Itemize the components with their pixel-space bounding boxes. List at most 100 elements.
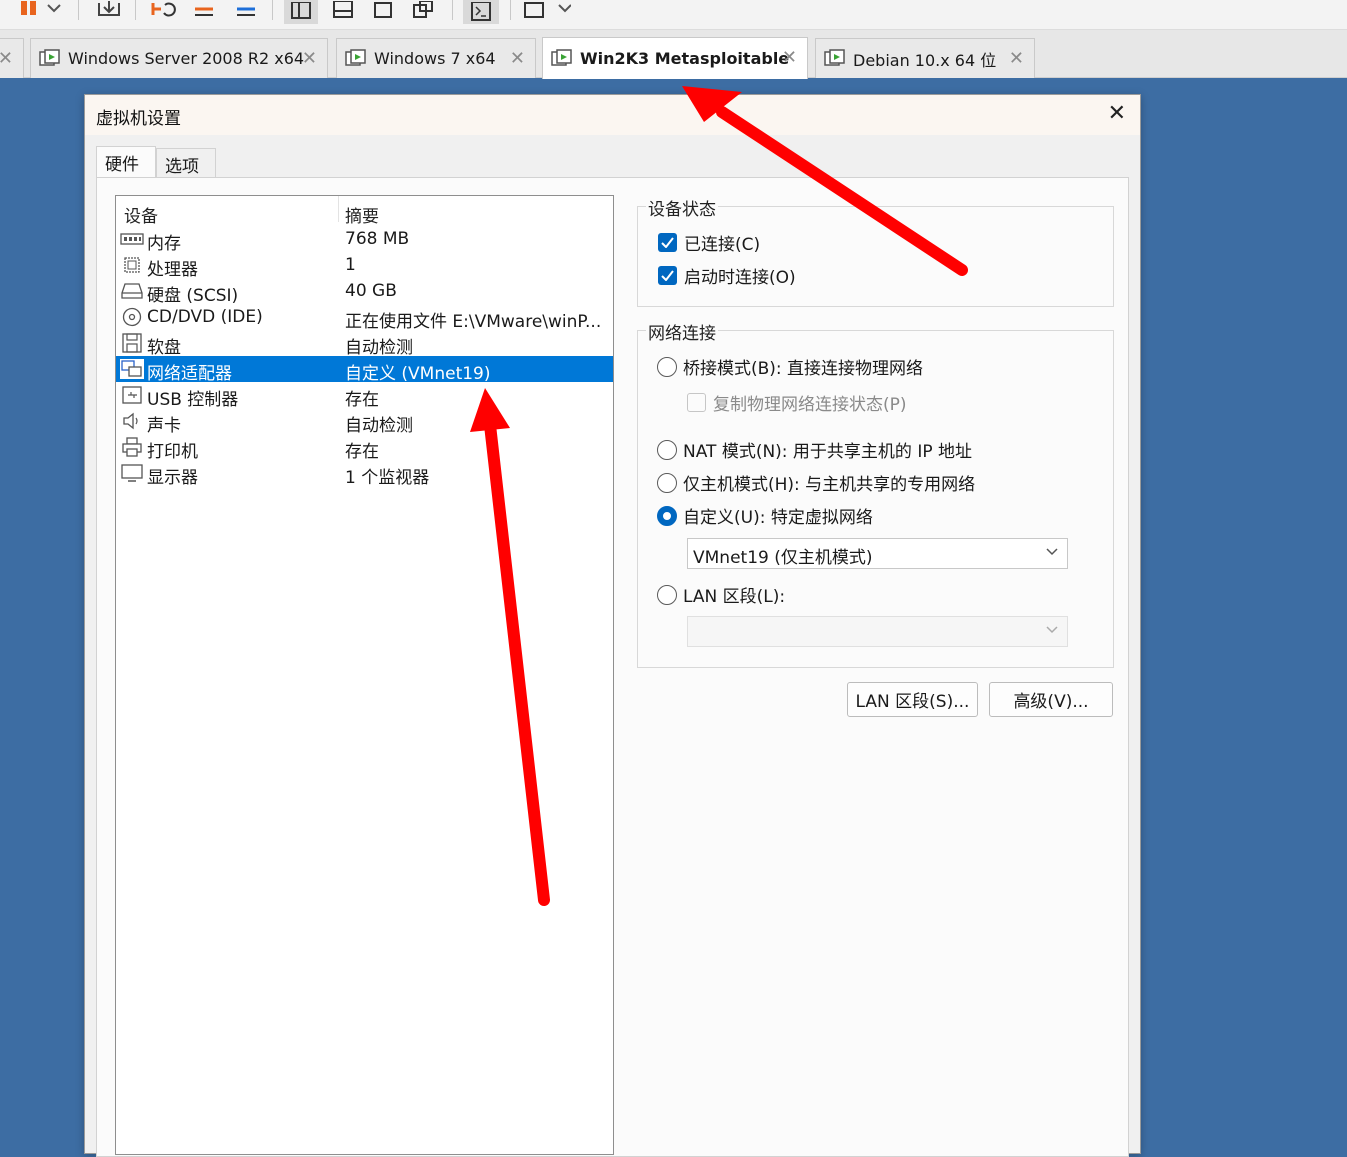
radio-label: 桥接模式(B): 直接连接物理网络 <box>683 359 924 379</box>
thumbnail-bar-button[interactable] <box>328 0 358 22</box>
processor-icon <box>124 257 140 273</box>
revert-icon <box>195 7 213 16</box>
tab-close-icon[interactable]: ✕ <box>510 50 525 68</box>
sidebar-layout-icon <box>291 2 311 19</box>
full-screen-button[interactable] <box>368 0 398 22</box>
vm-toolbar <box>0 0 1347 30</box>
memory-icon <box>120 233 144 245</box>
select-value: VMnet19 (仅主机模式) <box>693 548 873 568</box>
group-title: 设备状态 <box>646 195 718 220</box>
device-row-printer[interactable]: 打印机 存在 <box>116 434 613 462</box>
device-name: 打印机 <box>147 442 198 462</box>
device-row-harddisk[interactable]: 硬盘 (SCSI) 40 GB <box>116 278 613 306</box>
device-list[interactable]: 设备 摘要 内存 768 MB 处理器 1 硬盘 (SCSI) 40 GB CD… <box>115 195 614 1155</box>
vm-icon <box>345 48 366 66</box>
floppy-icon <box>122 333 142 353</box>
device-row-sound-card[interactable]: 声卡 自动检测 <box>116 408 613 436</box>
replicate-state-checkbox[interactable]: 复制物理网络连接状态(P) <box>687 390 907 415</box>
cd-dvd-icon <box>122 307 142 327</box>
device-summary: 40 GB <box>345 281 397 301</box>
tab-hardware[interactable]: 硬件 <box>96 146 156 178</box>
radio-label: LAN 区段(L): <box>683 587 786 607</box>
radio-selected-icon <box>657 505 677 526</box>
download-icon <box>98 1 120 16</box>
device-row-memory[interactable]: 内存 768 MB <box>116 226 613 254</box>
custom-radio[interactable]: 自定义(U): 特定虚拟网络 <box>657 503 873 528</box>
dialog-titlebar[interactable]: 虚拟机设置 ✕ <box>85 95 1140 135</box>
thumbnail-icon <box>333 1 353 18</box>
device-name: 网络适配器 <box>147 364 232 384</box>
device-row-floppy[interactable]: 软盘 自动检测 <box>116 330 613 358</box>
tab-close-icon[interactable]: ✕ <box>302 50 317 68</box>
device-row-processor[interactable]: 处理器 1 <box>116 252 613 280</box>
summary-column-header[interactable]: 摘要 <box>345 202 379 227</box>
group-title: 网络连接 <box>646 319 718 344</box>
device-name: 显示器 <box>147 468 198 488</box>
snapshot-manager-icon <box>237 7 255 16</box>
tab-win2k3-metasploitable[interactable]: Win2K3 Metasploitable ✕ <box>542 37 808 79</box>
tab-label: Windows 7 x64 <box>374 49 496 68</box>
send-ctrl-alt-del-button[interactable] <box>94 0 124 22</box>
full-screen-icon <box>374 2 392 18</box>
tab-debian-10[interactable]: Debian 10.x 64 位 ✕ <box>815 38 1035 78</box>
tab-label: Debian 10.x 64 位 <box>853 50 997 70</box>
device-summary: 正在使用文件 E:\VMware\winP... <box>345 312 602 332</box>
host-only-radio[interactable]: 仅主机模式(H): 与主机共享的专用网络 <box>657 470 975 495</box>
vm-icon <box>39 48 60 66</box>
nat-radio[interactable]: NAT 模式(N): 用于共享主机的 IP 地址 <box>657 437 972 462</box>
device-summary: 自定义 (VMnet19) <box>345 364 491 384</box>
vm-icon <box>551 48 572 66</box>
stretch-button[interactable] <box>520 0 572 22</box>
close-icon[interactable]: ✕ <box>1108 102 1126 126</box>
tab-windows-server-2008[interactable]: Windows Server 2008 R2 x64 ✕ <box>30 38 328 78</box>
lan-segment-select[interactable] <box>687 616 1068 647</box>
connect-at-power-on-checkbox[interactable]: 启动时连接(O) <box>658 263 796 288</box>
tab-hidden[interactable]: ✕ <box>0 38 24 78</box>
checkbox-checked-icon <box>658 233 677 252</box>
bridged-radio[interactable]: 桥接模式(B): 直接连接物理网络 <box>657 354 923 379</box>
device-row-network-adapter[interactable]: 网络适配器 自定义 (VMnet19) <box>116 356 613 384</box>
tab-close-icon[interactable]: ✕ <box>1009 50 1024 68</box>
revert-snapshot-button[interactable] <box>190 0 220 22</box>
console-view-button[interactable] <box>463 0 499 24</box>
advanced-button[interactable]: 高级(V)... <box>989 682 1113 717</box>
tab-close-icon[interactable]: ✕ <box>782 49 797 67</box>
chevron-down-icon <box>1046 548 1058 556</box>
radio-unselected-icon <box>657 584 677 605</box>
custom-network-select[interactable]: VMnet19 (仅主机模式) <box>687 538 1068 569</box>
suspend-button[interactable] <box>18 0 62 22</box>
pause-icon <box>21 1 61 15</box>
device-row-display[interactable]: 显示器 1 个监视器 <box>116 460 613 488</box>
usb-controller-icon <box>122 386 142 404</box>
checkbox-label: 启动时连接(O) <box>684 268 796 288</box>
radio-unselected-icon <box>657 472 677 493</box>
device-column-header[interactable]: 设备 <box>124 202 158 227</box>
column-divider[interactable] <box>338 196 339 222</box>
vm-icon <box>824 48 845 66</box>
lan-segment-radio[interactable]: LAN 区段(L): <box>657 582 785 607</box>
checkbox-label: 已连接(C) <box>684 235 761 255</box>
device-name: 处理器 <box>147 260 198 280</box>
vm-settings-dialog: 虚拟机设置 ✕ 硬件 选项 设备 摘要 内存 768 MB 处理器 1 硬盘 (… <box>84 94 1141 1157</box>
printer-icon <box>122 437 142 457</box>
unity-button[interactable] <box>408 0 438 22</box>
radio-label: NAT 模式(N): 用于共享主机的 IP 地址 <box>683 442 972 462</box>
device-row-cd-dvd[interactable]: CD/DVD (IDE) 正在使用文件 E:\VMware\winP... <box>116 304 613 332</box>
tab-options[interactable]: 选项 <box>156 148 216 178</box>
device-summary: 存在 <box>345 390 379 410</box>
device-summary: 自动检测 <box>345 338 413 358</box>
checkbox-checked-icon <box>658 266 677 285</box>
device-name: USB 控制器 <box>147 390 239 410</box>
connected-checkbox[interactable]: 已连接(C) <box>658 230 760 255</box>
tab-close-icon[interactable]: ✕ <box>0 50 13 68</box>
device-row-usb-controller[interactable]: USB 控制器 存在 <box>116 382 613 410</box>
network-adapter-icon <box>120 359 144 379</box>
device-summary: 768 MB <box>345 229 410 249</box>
snapshot-manager-button[interactable] <box>232 0 262 22</box>
lan-segments-button[interactable]: LAN 区段(S)... <box>847 682 978 717</box>
snapshot-button[interactable] <box>148 0 178 22</box>
library-view-button[interactable] <box>284 0 318 24</box>
radio-label: 仅主机模式(H): 与主机共享的专用网络 <box>683 475 976 495</box>
unity-icon <box>413 1 433 18</box>
tab-windows-7[interactable]: Windows 7 x64 ✕ <box>336 38 536 78</box>
